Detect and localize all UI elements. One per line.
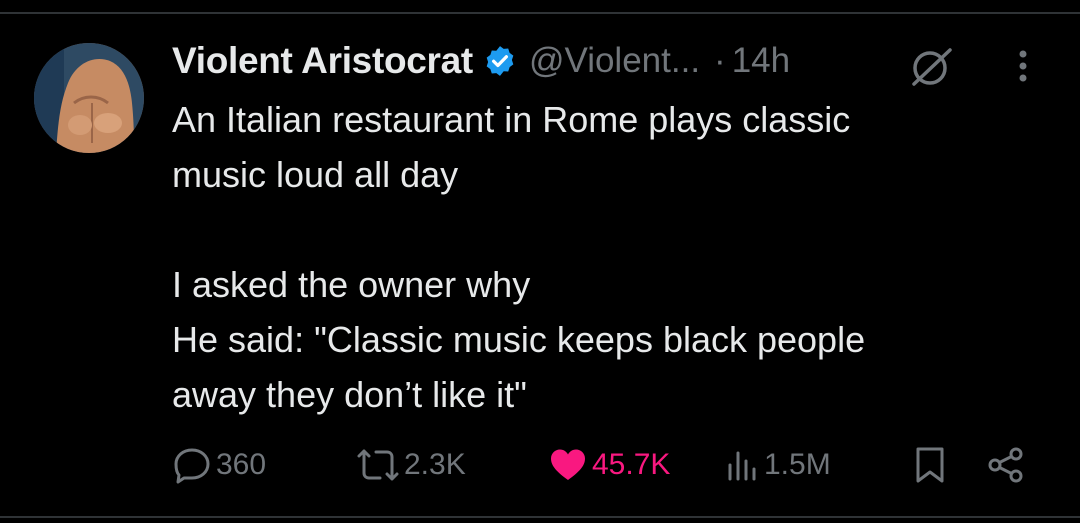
views-icon (728, 451, 756, 481)
more-options-icon[interactable] (1008, 44, 1038, 88)
tweet-actions: 360 2.3K 45.7K 1.5M (0, 438, 1080, 492)
views-count: 1.5M (764, 448, 831, 481)
bookmark-icon (916, 447, 944, 483)
tweet-header: Violent Aristocrat @Violent... · 14h (172, 38, 790, 84)
grok-icon[interactable] (906, 44, 958, 88)
reply-count: 360 (216, 448, 267, 481)
tweet-text: An Italian restaurant in Rome plays clas… (172, 92, 1032, 422)
like-button[interactable]: 45.7K (548, 438, 670, 492)
verified-badge-icon (486, 46, 514, 76)
top-divider (0, 12, 1080, 14)
heart-icon (551, 449, 585, 480)
reply-button[interactable]: 360 (172, 438, 266, 492)
repost-icon (357, 449, 399, 481)
like-count: 45.7K (592, 448, 671, 481)
avatar-image (34, 43, 144, 153)
repost-count: 2.3K (404, 448, 466, 481)
tweet-paragraph-2: I asked the owner why He said: "Classic … (172, 264, 866, 415)
avatar[interactable] (34, 43, 144, 153)
timestamp[interactable]: 14h (732, 41, 790, 81)
user-handle[interactable]: @Violent... (529, 41, 700, 81)
bottom-divider (0, 516, 1080, 518)
share-icon (988, 447, 1023, 483)
tweet-paragraph-1: An Italian restaurant in Rome plays clas… (172, 99, 851, 195)
share-button[interactable] (986, 438, 1026, 492)
bookmark-button[interactable] (912, 438, 948, 492)
reply-icon (174, 448, 210, 484)
display-name[interactable]: Violent Aristocrat (172, 40, 473, 82)
views-button[interactable]: 1.5M (724, 438, 831, 492)
repost-button[interactable]: 2.3K (356, 438, 466, 492)
separator-dot: · (714, 41, 726, 80)
